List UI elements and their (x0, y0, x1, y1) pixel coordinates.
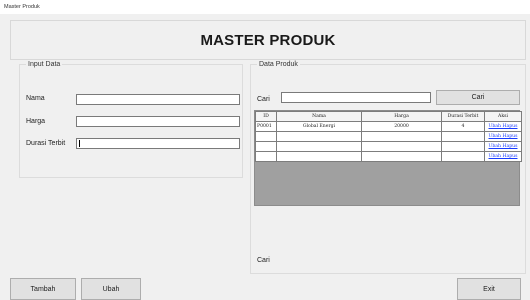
produk-table: ID Nama Harga Durasi Terbit Aksi P0001 G… (255, 111, 522, 162)
column-header-harga[interactable]: Harga (361, 111, 442, 122)
search-label: Cari (257, 96, 270, 103)
harga-field[interactable] (76, 116, 240, 127)
cell-durasi-terbit[interactable] (441, 141, 485, 152)
data-produk-caption: Data Produk (257, 60, 300, 69)
nama-field[interactable] (76, 94, 240, 105)
form-client-area: MASTER PRODUK Input Data Nama Harga Dura… (0, 14, 530, 300)
cell-harga[interactable] (361, 151, 442, 162)
text-caret (79, 140, 80, 147)
page-title: MASTER PRODUK (200, 32, 336, 49)
column-header-nama[interactable]: Nama (276, 111, 362, 122)
window-title: Master Produk (0, 0, 530, 14)
ubah-hapus-link[interactable]: Ubah Hapus (484, 141, 522, 152)
input-data-group: Input Data Nama Harga Durasi Terbit (19, 60, 243, 178)
table-row[interactable]: Ubah Hapus (255, 131, 522, 142)
cell-durasi-terbit[interactable] (441, 151, 485, 162)
ubah-hapus-link[interactable]: Ubah Hapus (484, 131, 522, 142)
cell-id[interactable] (255, 131, 277, 142)
ubah-button[interactable]: Ubah (81, 278, 141, 300)
cell-harga[interactable]: 20000 (361, 121, 442, 132)
harga-label: Harga (26, 118, 46, 125)
ubah-hapus-link[interactable]: Ubah Hapus (484, 151, 522, 162)
input-data-caption: Input Data (26, 60, 63, 69)
header-panel: MASTER PRODUK (10, 20, 526, 60)
table-row[interactable]: Ubah Hapus (255, 151, 522, 162)
durasi-terbit-label: Durasi Terbit (26, 140, 66, 147)
search-button[interactable]: Cari (436, 90, 520, 105)
search-input[interactable] (281, 92, 431, 103)
cell-nama[interactable] (276, 141, 362, 152)
cell-harga[interactable] (361, 141, 442, 152)
ubah-hapus-link[interactable]: Ubah Hapus (484, 121, 522, 132)
cell-harga[interactable] (361, 131, 442, 142)
table-row[interactable]: Ubah Hapus (255, 141, 522, 152)
durasi-terbit-field[interactable] (76, 138, 240, 149)
nama-label: Nama (26, 95, 45, 102)
data-produk-group: Data Produk Cari Cari ID Nama Harga Dura… (250, 60, 526, 274)
bottom-search-label: Cari (257, 257, 270, 264)
cell-id[interactable] (255, 151, 277, 162)
cell-id[interactable] (255, 141, 277, 152)
tambah-button[interactable]: Tambah (10, 278, 76, 300)
column-header-id[interactable]: ID (255, 111, 277, 122)
table-header-row: ID Nama Harga Durasi Terbit Aksi (255, 111, 522, 122)
cell-nama[interactable] (276, 151, 362, 162)
cell-nama[interactable] (276, 131, 362, 142)
cell-durasi-terbit[interactable] (441, 131, 485, 142)
produk-grid: ID Nama Harga Durasi Terbit Aksi P0001 G… (254, 110, 522, 206)
table-row[interactable]: P0001 Global Energi 20000 4 Ubah Hapus (255, 121, 522, 132)
column-header-durasi-terbit[interactable]: Durasi Terbit (441, 111, 485, 122)
exit-button[interactable]: Exit (457, 278, 521, 300)
column-header-aksi[interactable]: Aksi (484, 111, 522, 122)
cell-nama[interactable]: Global Energi (276, 121, 362, 132)
cell-id[interactable]: P0001 (255, 121, 277, 132)
cell-durasi-terbit[interactable]: 4 (441, 121, 485, 132)
